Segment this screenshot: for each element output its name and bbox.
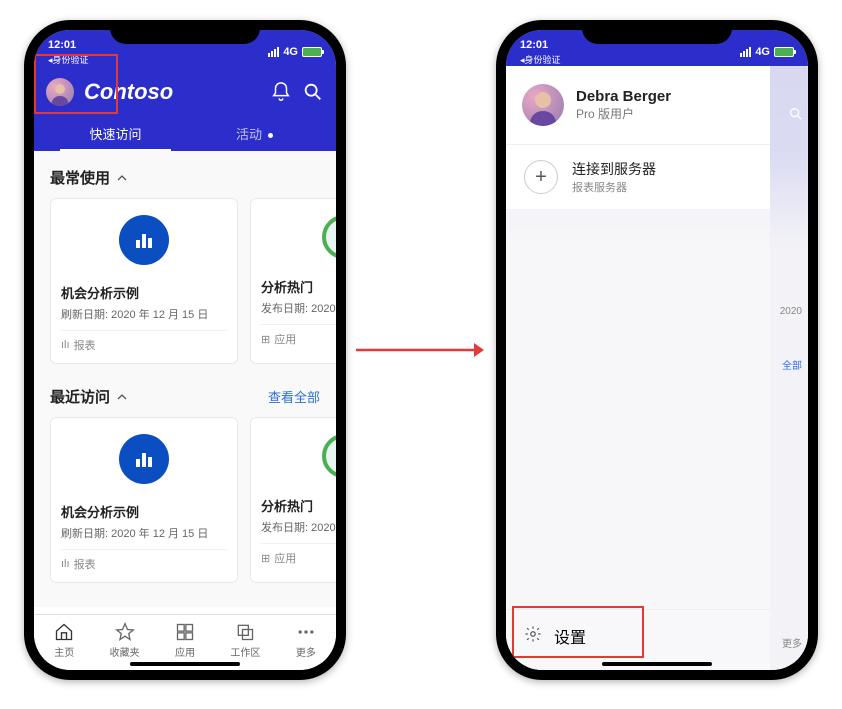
card-subtitle: 刷新日期: 2020 年 12 月 15 日 [61, 306, 227, 322]
more-icon [296, 622, 316, 642]
card-type-label: 报表 [74, 337, 96, 353]
card-title: 分析热门 [261, 277, 336, 296]
app-icon [322, 434, 336, 478]
tab-label: 快速访问 [89, 127, 141, 142]
network-type: 4G [283, 46, 298, 58]
tab-label: 活动 [236, 127, 273, 142]
status-breadcrumb: ◂身份验证 [520, 53, 561, 66]
avatar-image [522, 84, 564, 126]
card-subtitle: 发布日期: 2020 [261, 519, 336, 535]
card-title: 机会分析示例 [61, 502, 227, 521]
signal-icon [268, 47, 279, 57]
settings-label: 设置 [554, 624, 586, 648]
bell-icon [270, 81, 292, 103]
background-peek[interactable]: 2020 全部 更多 [770, 66, 808, 670]
type-icon: ⊞ [261, 333, 270, 346]
notch [582, 20, 732, 44]
tab-quick-access[interactable]: 快速访问 [46, 116, 185, 151]
user-avatar [522, 84, 564, 126]
section-frequent-header[interactable]: 最常使用 [50, 167, 128, 188]
app-icon [322, 215, 336, 259]
notifications-button[interactable] [270, 81, 292, 103]
card-type-label: 应用 [274, 331, 296, 347]
nav-apps[interactable]: 应用 [155, 622, 215, 659]
apps-icon [175, 622, 195, 642]
nav-favorites[interactable]: 收藏夹 [94, 622, 154, 659]
home-indicator [130, 662, 240, 666]
report-card[interactable]: 机会分析示例 刷新日期: 2020 年 12 月 15 日 ılı 报表 [50, 198, 238, 364]
type-icon: ⊞ [261, 552, 270, 565]
peek-text: 全部 [774, 357, 804, 372]
nav-label: 应用 [175, 644, 195, 659]
plus-icon: + [524, 160, 558, 194]
nav-label: 工作区 [230, 644, 260, 659]
section-title-text: 最常使用 [50, 167, 110, 188]
workspaces-icon [235, 622, 255, 642]
user-name: Debra Berger [576, 88, 671, 105]
network-type: 4G [755, 46, 770, 58]
battery-icon [774, 47, 794, 57]
peek-text: 2020 [774, 306, 804, 317]
nav-label: 主页 [54, 644, 74, 659]
nav-home[interactable]: 主页 [34, 622, 94, 659]
status-time: 12:01 [48, 39, 76, 51]
header-tabs: 快速访问 活动 [46, 116, 324, 151]
status-breadcrumb: ◂身份验证 [48, 53, 89, 66]
arrow-annotation [356, 340, 486, 360]
user-subtitle: Pro 版用户 [576, 105, 671, 122]
drawer-item-title: 连接到服务器 [572, 159, 656, 179]
home-icon [54, 622, 74, 642]
view-all-link[interactable]: 查看全部 [268, 387, 320, 406]
phone-frame-left: 12:01 ◂身份验证 4G Contoso [24, 20, 346, 680]
settings-item[interactable]: 设置 [506, 609, 770, 670]
peek-text: 更多 [774, 635, 804, 650]
app-card[interactable]: 分析热门 发布日期: 2020 ⊞ 应用 [250, 198, 336, 364]
home-indicator [602, 662, 712, 666]
card-type-label: 应用 [274, 550, 296, 566]
signal-icon [740, 47, 751, 57]
report-card[interactable]: 机会分析示例 刷新日期: 2020 年 12 月 15 日 ılı 报表 [50, 417, 238, 583]
chart-icon [119, 215, 169, 265]
section-recent-header[interactable]: 最近访问 [50, 386, 128, 407]
search-icon [788, 106, 804, 122]
card-subtitle: 发布日期: 2020 [261, 300, 336, 316]
drawer-panel: Debra Berger Pro 版用户 + 连接到服务器 报表服务器 [506, 66, 770, 670]
search-icon [302, 81, 324, 103]
nav-workspaces[interactable]: 工作区 [215, 622, 275, 659]
status-time: 12:01 [520, 39, 548, 51]
avatar-image [46, 78, 74, 106]
screen-left: 12:01 ◂身份验证 4G Contoso [34, 30, 336, 670]
drawer-user-section[interactable]: Debra Berger Pro 版用户 [506, 66, 770, 145]
chevron-up-icon [116, 391, 128, 403]
type-icon: ılı [61, 339, 70, 351]
nav-more[interactable]: 更多 [276, 622, 336, 659]
search-button[interactable] [302, 81, 324, 103]
app-header: Contoso 快速访问 活动 [34, 66, 336, 151]
section-title-text: 最近访问 [50, 386, 110, 407]
card-title: 机会分析示例 [61, 283, 227, 302]
type-icon: ılı [61, 558, 70, 570]
main-content: 最常使用 机会分析示例 刷新日期: 2020 年 12 月 15 日 ılı 报表… [34, 151, 336, 607]
star-icon [115, 622, 135, 642]
tab-activity[interactable]: 活动 [185, 116, 324, 151]
nav-label: 收藏夹 [110, 644, 140, 659]
nav-label: 更多 [296, 644, 316, 659]
phone-frame-right: 12:01 ◂身份验证 4G 2020 全部 更多 [496, 20, 818, 680]
profile-avatar[interactable] [46, 78, 74, 106]
notch [110, 20, 260, 44]
card-type-label: 报表 [74, 556, 96, 572]
chart-icon [119, 434, 169, 484]
connect-server-item[interactable]: + 连接到服务器 报表服务器 [506, 145, 770, 209]
battery-icon [302, 47, 322, 57]
drawer-item-subtitle: 报表服务器 [572, 179, 656, 195]
card-subtitle: 刷新日期: 2020 年 12 月 15 日 [61, 525, 227, 541]
card-title: 分析热门 [261, 496, 336, 515]
screen-right: 12:01 ◂身份验证 4G 2020 全部 更多 [506, 30, 808, 670]
app-card[interactable]: 分析热门 发布日期: 2020 ⊞ 应用 [250, 417, 336, 583]
gear-icon [524, 625, 542, 648]
chevron-up-icon [116, 172, 128, 184]
brand-title: Contoso [84, 79, 260, 105]
